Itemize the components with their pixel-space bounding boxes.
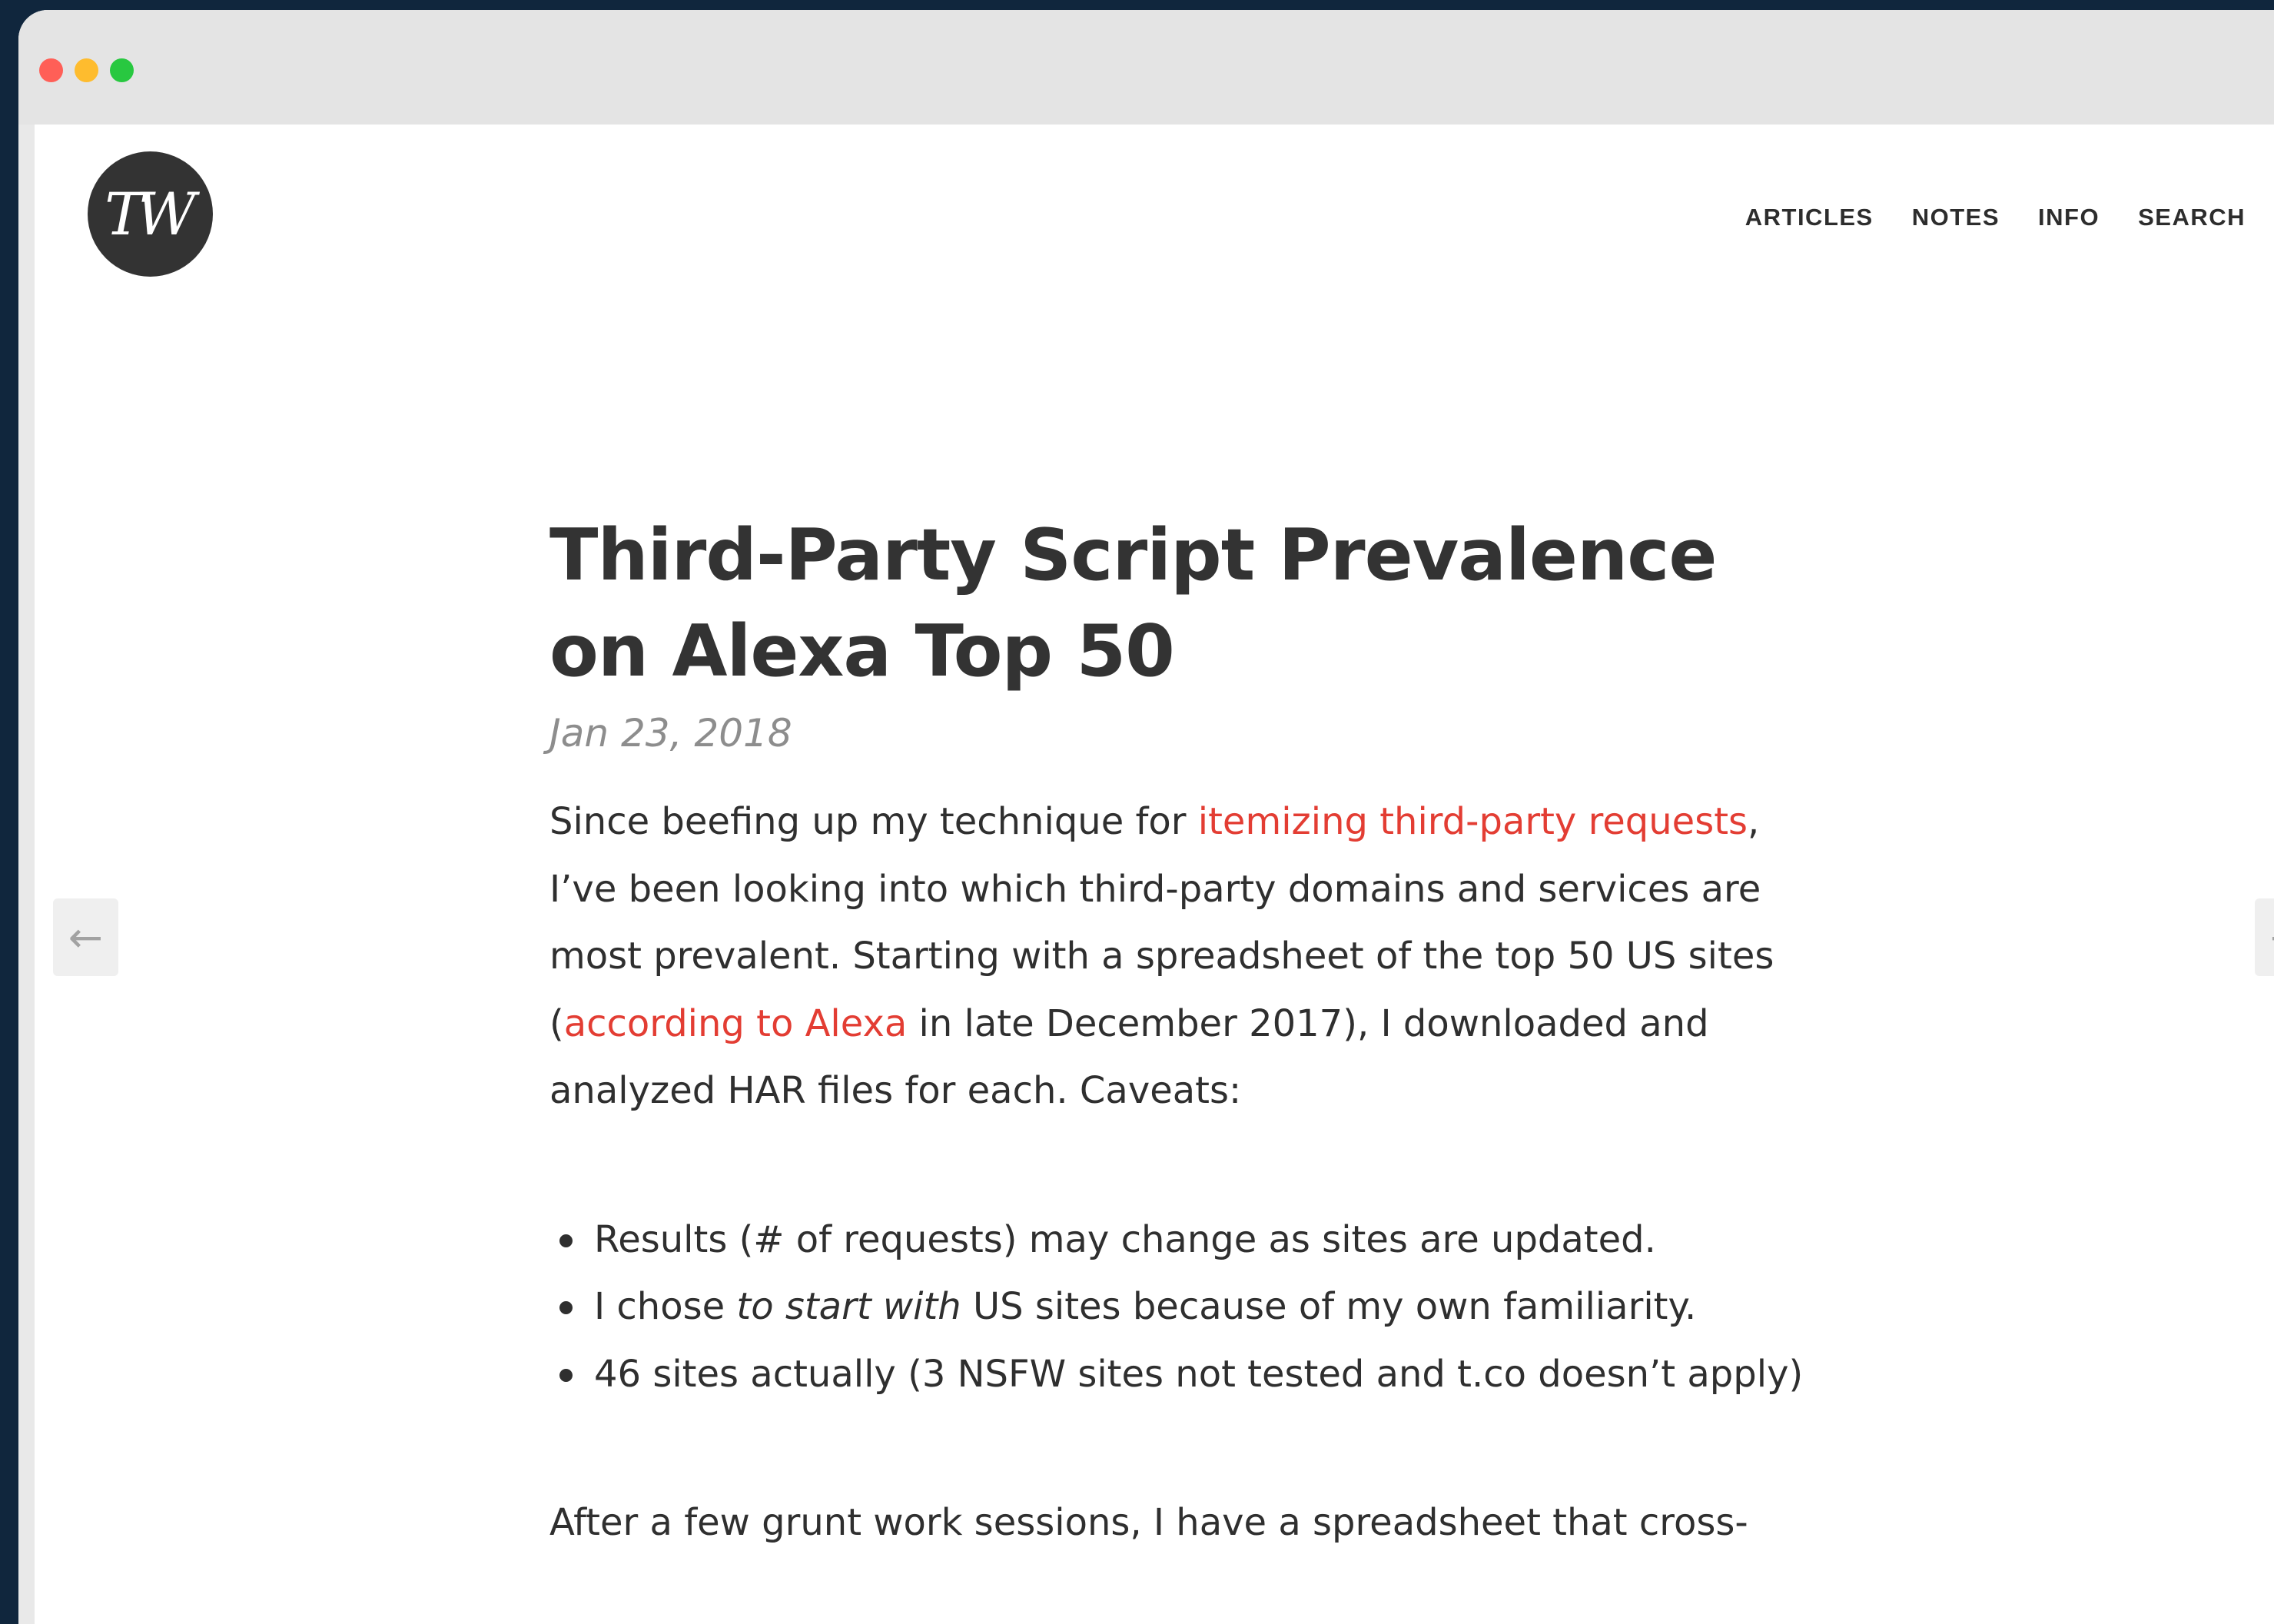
- article-content: Third-Party Script Prevalence on Alexa T…: [549, 507, 1856, 1557]
- site-logo[interactable]: TW: [88, 151, 213, 277]
- article-date: Jan 23, 2018: [549, 711, 792, 756]
- caveat-us-sites-after: US sites because of my own familiarity.: [961, 1285, 1697, 1328]
- close-window-button[interactable]: [39, 58, 63, 82]
- caveat-us-sites-before: I chose: [594, 1285, 737, 1328]
- arrow-right-icon: →: [2270, 913, 2274, 961]
- maximize-window-button[interactable]: [110, 58, 134, 82]
- caveat-site-count-text: 46 sites actually (3 NSFW sites not test…: [594, 1352, 1804, 1396]
- closing-paragraph: After a few grunt work sessions, I have …: [549, 1501, 1748, 1544]
- window-titlebar: [18, 10, 2274, 125]
- bullet-dot-icon: [559, 1234, 573, 1247]
- nav-notes-link[interactable]: NOTES: [1912, 204, 2000, 231]
- caveat-results-text: Results (# of requests) may change as si…: [594, 1217, 1656, 1261]
- nav-info-link[interactable]: INFO: [2038, 204, 2100, 231]
- intro-text-start: Since beefing up my technique for: [549, 800, 1198, 843]
- web-page: TW ARTICLES NOTES INFO SEARCH ← → Third-…: [35, 125, 2274, 1623]
- main-navigation: ARTICLES NOTES INFO SEARCH: [1745, 204, 2246, 231]
- browser-window: TW ARTICLES NOTES INFO SEARCH ← → Third-…: [18, 10, 2274, 1624]
- caveats-list: Results (# of requests) may change as si…: [549, 1207, 1856, 1409]
- bullet-dot-icon: [559, 1368, 573, 1382]
- arrow-left-icon: ←: [68, 913, 104, 961]
- article-title: Third-Party Script Prevalence on Alexa T…: [549, 513, 1717, 692]
- list-item: 46 sites actually (3 NSFW sites not test…: [549, 1341, 1856, 1409]
- previous-article-button[interactable]: ←: [53, 898, 118, 976]
- minimize-window-button[interactable]: [75, 58, 98, 82]
- nav-articles-link[interactable]: ARTICLES: [1745, 204, 1874, 231]
- intro-paragraph: Since beefing up my technique for itemiz…: [549, 789, 1825, 1125]
- caveat-us-sites-emphasis: to start with: [736, 1285, 961, 1328]
- window-left-frame: [18, 125, 35, 1624]
- bullet-dot-icon: [559, 1301, 573, 1314]
- list-item: I chose to start with US sites because o…: [549, 1274, 1856, 1341]
- alexa-link[interactable]: according to Alexa: [564, 1002, 908, 1045]
- nav-search-link[interactable]: SEARCH: [2138, 204, 2246, 231]
- list-item: Results (# of requests) may change as si…: [549, 1207, 1856, 1274]
- itemizing-requests-link[interactable]: itemizing third-party requests: [1198, 800, 1748, 843]
- next-article-button[interactable]: →: [2255, 898, 2274, 976]
